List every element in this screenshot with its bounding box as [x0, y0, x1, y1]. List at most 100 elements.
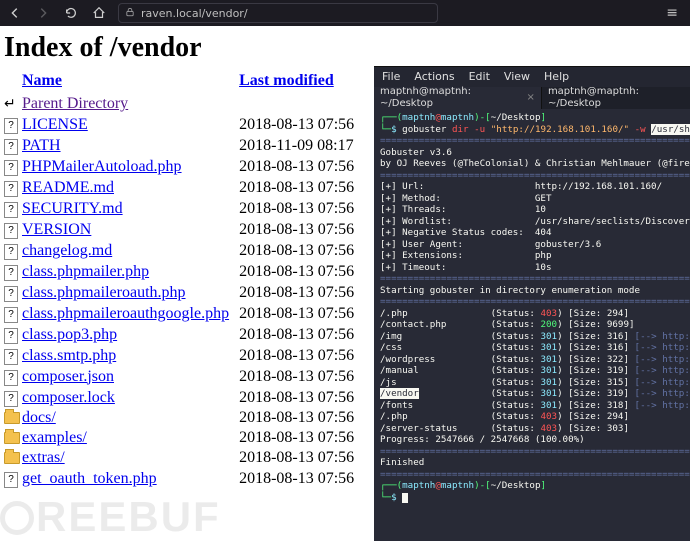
watermark-logo-icon [0, 501, 34, 535]
terminal-window: File Actions Edit View Help maptnh@maptn… [374, 66, 690, 541]
file-listing-table: Name Last modified ↵ Parent Directory ?L… [4, 70, 364, 489]
terminal-tabs: maptnh@maptnh: ~/Desktop × maptnh@maptnh… [374, 87, 690, 109]
table-row: ?class.phpmaileroauthgoogle.php 2018-08-1… [4, 303, 364, 324]
file-date: 2018-08-13 07:56 [239, 303, 364, 324]
folder-icon [4, 452, 20, 464]
url-bar[interactable]: raven.local/vendor/ [118, 3, 438, 23]
file-icon: ? [4, 181, 18, 197]
file-link[interactable]: class.phpmaileroauthgoogle.php [22, 305, 229, 322]
file-icon: ? [4, 391, 18, 407]
file-link[interactable]: README.md [22, 179, 114, 196]
file-date: 2018-08-13 07:56 [239, 261, 364, 282]
file-date: 2018-08-13 07:56 [239, 114, 364, 135]
terminal-tab-2[interactable]: maptnh@maptnh: ~/Desktop × [542, 87, 690, 109]
file-link[interactable]: class.phpmailer.php [22, 263, 149, 280]
file-link[interactable]: class.pop3.php [22, 326, 117, 343]
file-date: 2018-08-13 07:56 [239, 282, 364, 303]
browser-chrome: raven.local/vendor/ ≡ [0, 0, 690, 26]
terminal-tab-1[interactable]: maptnh@maptnh: ~/Desktop × [374, 87, 542, 109]
file-icon: ? [4, 370, 18, 386]
table-row: ?composer.json 2018-08-13 07:56 [4, 366, 364, 387]
hamburger-icon[interactable]: ≡ [666, 5, 678, 21]
file-date: 2018-08-13 07:56 [239, 387, 364, 408]
menu-help[interactable]: Help [544, 70, 569, 84]
back-button[interactable] [6, 4, 24, 22]
file-link[interactable]: examples/ [22, 429, 87, 446]
parent-directory-row: ↵ Parent Directory [4, 94, 364, 114]
file-date: 2018-08-13 07:56 [239, 428, 364, 448]
file-date: 2018-08-13 07:56 [239, 324, 364, 345]
file-icon: ? [4, 223, 18, 239]
file-link[interactable]: composer.lock [22, 389, 115, 406]
table-row: ?LICENSE 2018-08-13 07:56 [4, 114, 364, 135]
table-row: ?changelog.md 2018-08-13 07:56 [4, 240, 364, 261]
menu-edit[interactable]: Edit [469, 70, 490, 84]
file-link[interactable]: changelog.md [22, 242, 112, 259]
file-date: 2018-08-13 07:56 [239, 345, 364, 366]
file-icon: ? [4, 349, 18, 365]
file-icon: ? [4, 202, 18, 218]
file-icon: ? [4, 244, 18, 260]
file-date: 2018-08-13 07:56 [239, 468, 364, 489]
table-row: ?README.md 2018-08-13 07:56 [4, 177, 364, 198]
col-modified-header[interactable]: Last modified [239, 72, 334, 89]
table-row: ?PATH 2018-11-09 08:17 [4, 135, 364, 156]
back-arrow-icon: ↵ [4, 95, 18, 109]
file-icon: ? [4, 118, 18, 134]
table-row: extras/2018-08-13 07:56 [4, 448, 364, 468]
file-date: 2018-08-13 07:56 [239, 219, 364, 240]
file-icon: ? [4, 307, 18, 323]
watermark: REEBUF [0, 493, 221, 541]
file-date: 2018-11-09 08:17 [239, 135, 364, 156]
file-link[interactable]: extras/ [22, 449, 65, 466]
file-link[interactable]: LICENSE [22, 116, 88, 133]
file-icon: ? [4, 265, 18, 281]
lock-icon [125, 7, 135, 20]
forward-button[interactable] [34, 4, 52, 22]
folder-icon [4, 412, 20, 424]
file-date: 2018-08-13 07:56 [239, 408, 364, 428]
menu-file[interactable]: File [382, 70, 400, 84]
menu-view[interactable]: View [504, 70, 530, 84]
file-link[interactable]: PATH [22, 137, 61, 154]
table-row: ?class.phpmaileroauth.php 2018-08-13 07:5… [4, 282, 364, 303]
table-row: ?PHPMailerAutoload.php 2018-08-13 07:56 [4, 156, 364, 177]
table-row: examples/2018-08-13 07:56 [4, 428, 364, 448]
file-date: 2018-08-13 07:56 [239, 448, 364, 468]
parent-directory-link[interactable]: Parent Directory [22, 95, 128, 112]
file-link[interactable]: get_oauth_token.php [22, 470, 157, 487]
file-link[interactable]: VERSION [22, 221, 91, 238]
terminal-body[interactable]: ┌──(maptnh@maptnh)-[~/Desktop]└─$ gobust… [374, 109, 690, 506]
file-icon: ? [4, 328, 18, 344]
file-link[interactable]: composer.json [22, 368, 114, 385]
terminal-menubar: File Actions Edit View Help [374, 67, 690, 87]
table-row: ?SECURITY.md 2018-08-13 07:56 [4, 198, 364, 219]
file-date: 2018-08-13 07:56 [239, 177, 364, 198]
table-row: ?composer.lock 2018-08-13 07:56 [4, 387, 364, 408]
file-date: 2018-08-13 07:56 [239, 198, 364, 219]
file-icon: ? [4, 286, 18, 302]
reload-button[interactable] [62, 4, 80, 22]
table-row: ?VERSION 2018-08-13 07:56 [4, 219, 364, 240]
page-title: Index of /vendor [4, 32, 686, 64]
table-row: ?class.phpmailer.php 2018-08-13 07:56 [4, 261, 364, 282]
file-link[interactable]: class.smtp.php [22, 347, 116, 364]
home-button[interactable] [90, 4, 108, 22]
file-icon: ? [4, 160, 18, 176]
url-text: raven.local/vendor/ [141, 7, 248, 20]
close-icon[interactable]: × [527, 92, 535, 105]
file-date: 2018-08-13 07:56 [239, 156, 364, 177]
file-icon: ? [4, 472, 18, 488]
table-row: ?get_oauth_token.php 2018-08-13 07:56 [4, 468, 364, 489]
file-link[interactable]: PHPMailerAutoload.php [22, 158, 182, 175]
file-link[interactable]: class.phpmaileroauth.php [22, 284, 186, 301]
folder-icon [4, 432, 20, 444]
menu-actions[interactable]: Actions [414, 70, 454, 84]
file-link[interactable]: docs/ [22, 409, 56, 426]
table-row: docs/2018-08-13 07:56 [4, 408, 364, 428]
file-date: 2018-08-13 07:56 [239, 240, 364, 261]
file-icon: ? [4, 139, 18, 155]
file-date: 2018-08-13 07:56 [239, 366, 364, 387]
file-link[interactable]: SECURITY.md [22, 200, 123, 217]
col-name-header[interactable]: Name [22, 72, 62, 89]
